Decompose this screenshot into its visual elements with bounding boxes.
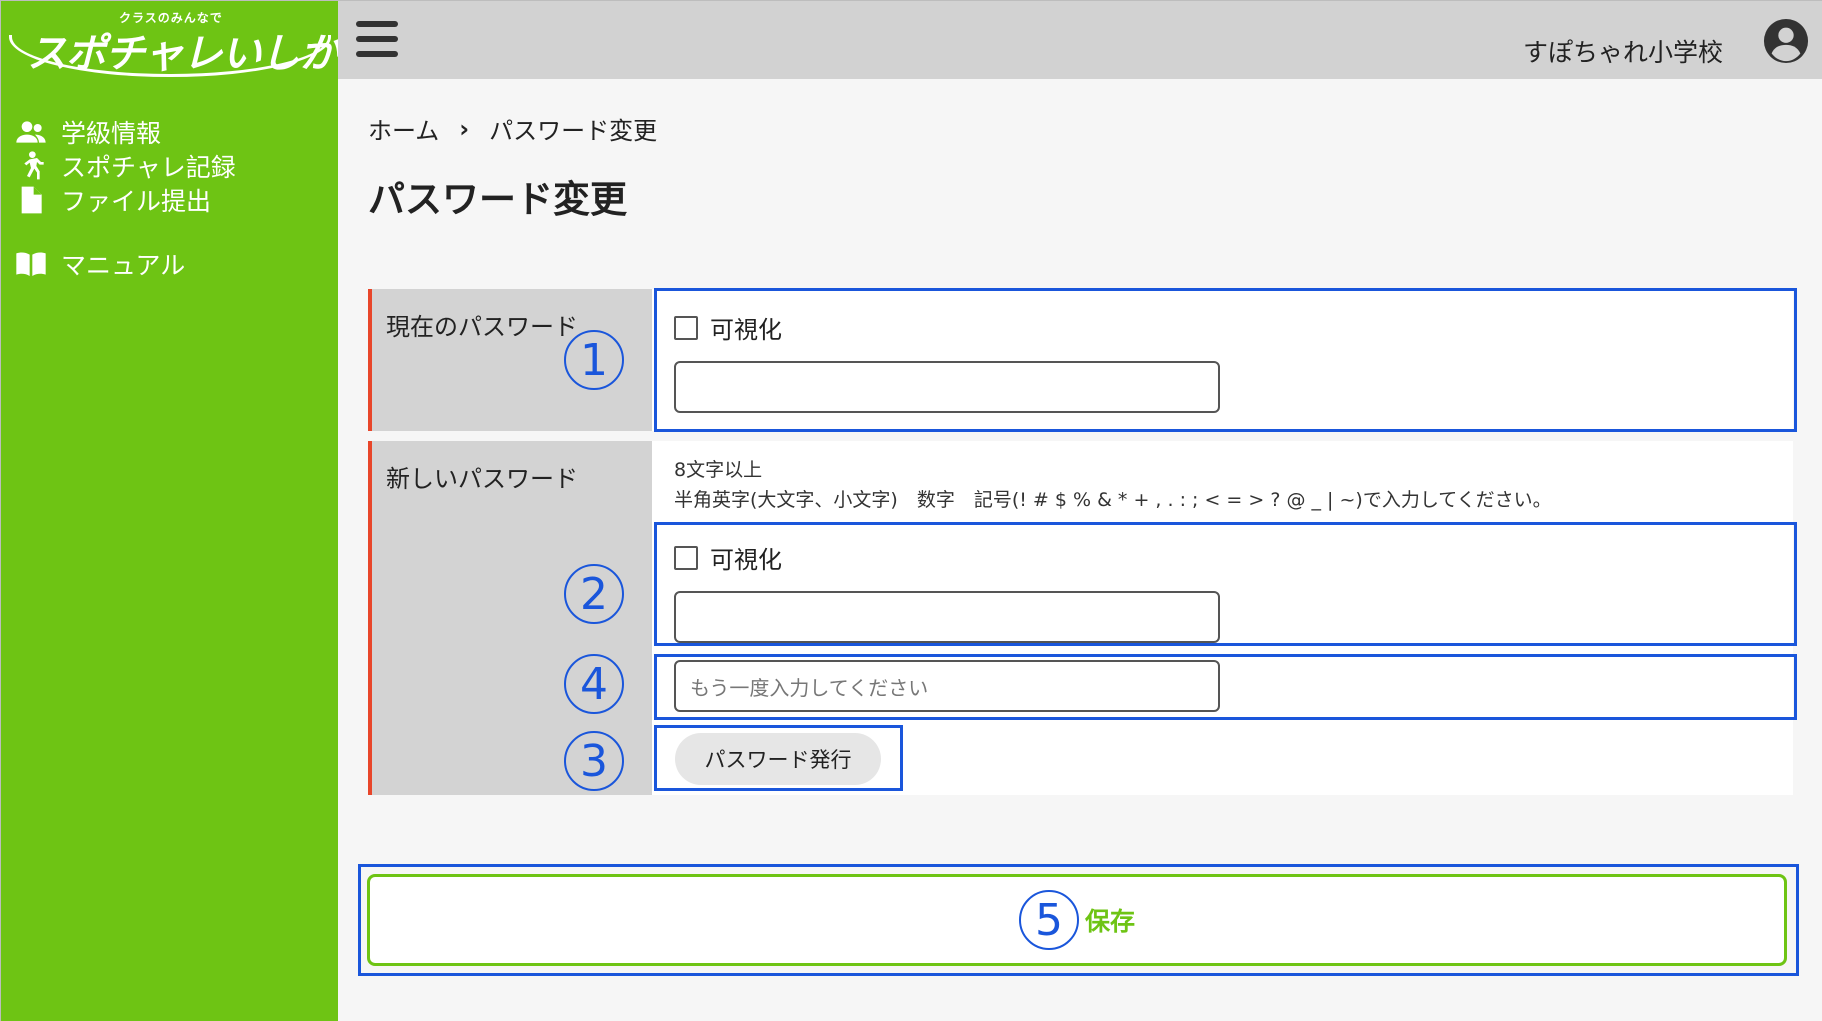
sidebar-item-label: マニュアル [61, 251, 186, 280]
sidebar-item-label: ファイル提出 [61, 187, 212, 216]
sidebar-item-class-info[interactable]: 学級情報 [15, 113, 161, 151]
save-button-label: 保存 [1084, 907, 1135, 936]
checkbox[interactable] [674, 545, 698, 570]
users-icon [16, 121, 46, 143]
hamburger-menu-icon[interactable] [356, 21, 398, 57]
logo-title: スポチャレいしかわ [27, 31, 379, 77]
file-icon [21, 186, 42, 214]
visibility-label: 可視化 [710, 316, 782, 344]
top-header: すぽちゃれ小学校 [338, 1, 1822, 79]
page-title: パスワード変更 [368, 178, 627, 221]
user-avatar-icon[interactable] [1763, 18, 1809, 64]
current-password-input[interactable] [674, 361, 1220, 413]
runner-icon [24, 151, 44, 180]
generate-password-button[interactable]: パスワード発行 [675, 733, 881, 785]
password-hint-chars: 半角英字(大文字、小文字) 数字 記号(! # $ % & * + , . : … [674, 489, 1552, 511]
new-password-input[interactable] [674, 591, 1220, 643]
app-frame: クラスのみんなで スポチャレいしかわ 学級情報 スポチャレ記録 ファイル提出 マ… [0, 0, 1822, 1021]
save-button[interactable]: 5 保存 [367, 874, 1787, 966]
visibility-label: 可視化 [710, 546, 782, 574]
book-icon [16, 252, 46, 276]
sidebar: クラスのみんなで スポチャレいしかわ 学級情報 スポチャレ記録 ファイル提出 マ… [1, 1, 379, 1021]
new-password-visibility-toggle[interactable]: 可視化 [674, 540, 782, 575]
breadcrumb-current: パスワード変更 [489, 117, 658, 145]
checkbox[interactable] [674, 315, 698, 340]
breadcrumb-home[interactable]: ホーム [368, 111, 439, 146]
app-logo[interactable]: クラスのみんなで スポチャレいしかわ [9, 7, 379, 77]
sidebar-item-label: 学級情報 [61, 119, 162, 148]
sidebar-item-label: スポチャレ記録 [61, 153, 236, 182]
annotation-marker-3: 3 [564, 731, 624, 791]
annotation-marker-1: 1 [564, 330, 624, 390]
confirm-password-input[interactable]: もう一度入力してください [674, 660, 1220, 712]
annotation-marker-4: 4 [564, 654, 624, 714]
annotation-marker-5: 5 [1018, 890, 1079, 950]
main-content: ホーム › パスワード変更 パスワード変更 現在のパスワード 可視化 1 新しい… [338, 79, 1822, 1021]
sidebar-item-file-submit[interactable]: ファイル提出 [15, 181, 211, 219]
school-name: すぽちゃれ小学校 [1522, 38, 1723, 67]
sidebar-item-records[interactable]: スポチャレ記録 [15, 147, 236, 185]
breadcrumb-separator-icon: › [459, 114, 470, 143]
password-hint-length: 8文字以上 [674, 459, 763, 481]
sidebar-item-manual[interactable]: マニュアル [15, 245, 185, 283]
breadcrumb: ホーム › パスワード変更 [368, 111, 657, 146]
current-password-visibility-toggle[interactable]: 可視化 [674, 310, 782, 345]
annotation-marker-2: 2 [564, 564, 624, 624]
